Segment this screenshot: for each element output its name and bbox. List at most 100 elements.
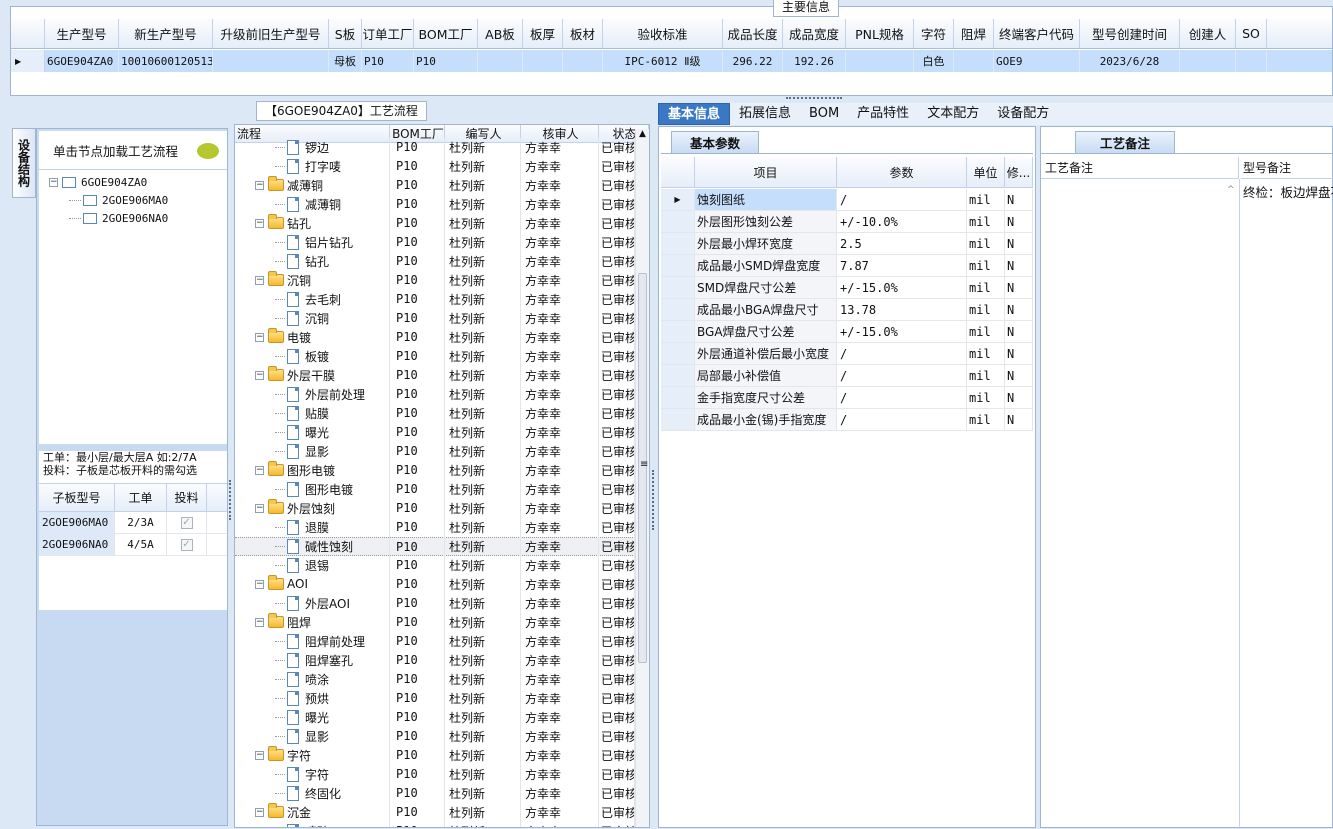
collapse-icon[interactable]: − [49,177,58,187]
col-header[interactable]: 订单工厂 [362,19,414,48]
collapse-icon[interactable]: − [255,503,264,513]
collapse-icon[interactable]: − [255,180,264,190]
params-row[interactable]: ▶ 蚀刻图纸 / mil N [661,189,1033,211]
row-selector[interactable] [661,211,695,232]
flow-step[interactable]: 阻焊前处理 [235,631,390,651]
flow-row[interactable]: − 外层蚀刻 P10 杜列新 方幸幸 已审核 [235,498,635,518]
col-header[interactable]: S板 [329,19,362,48]
flow-row[interactable]: 减薄铜 P10 杜列新 方幸幸 已审核 [235,194,635,214]
flow-row[interactable]: 碱性蚀刻 P10 杜列新 方幸幸 已审核 [235,537,635,556]
flow-row[interactable]: − 字符 P10 杜列新 方幸幸 已审核 [235,745,635,765]
collapse-icon[interactable]: − [255,218,264,228]
params-row[interactable]: 成品最小SMD焊盘宽度 7.87 mil N [661,255,1033,277]
flow-step[interactable]: − 减薄铜 [235,175,390,195]
param-value[interactable]: / [837,387,967,408]
flow-step[interactable]: 板镀 [235,346,390,366]
flow-step[interactable]: − 阻焊 [235,612,390,632]
flow-row[interactable]: 曝光 P10 杜列新 方幸幸 已审核 [235,707,635,727]
flow-row[interactable]: − 外层干膜 P10 杜列新 方幸幸 已审核 [235,365,635,385]
param-value[interactable]: / [837,189,967,210]
param-value[interactable]: / [837,409,967,430]
flow-step[interactable]: 外层前处理 [235,384,390,404]
params-row[interactable]: 外层图形蚀刻公差 +/-10.0% mil N [661,211,1033,233]
collapse-icon[interactable]: − [255,617,264,627]
flow-step[interactable]: − 电镀 [235,327,390,347]
row-selector[interactable] [661,299,695,320]
row-selector[interactable] [661,387,695,408]
params-col-header[interactable]: 项目 [695,157,837,187]
col-header[interactable]: 成品长度 [723,19,783,48]
flow-step[interactable]: − AOI [235,574,390,594]
params-col-header[interactable]: 参数 [837,157,967,187]
tree-node[interactable]: 2GOE906NA0 [69,209,227,227]
col-header[interactable]: 阻焊 [954,19,994,48]
grid-cell[interactable]: 192.26 [783,50,846,72]
param-value[interactable]: +/-10.0% [837,211,967,232]
grid-cell[interactable]: 6GOE904ZA0 [45,50,119,72]
feed-checkbox-cell[interactable]: ✓ [167,512,207,533]
param-value[interactable]: / [837,343,967,364]
grid-cell[interactable] [846,50,914,72]
col-header[interactable]: 创建人 [1180,19,1236,48]
flow-step[interactable]: 沉铜 [235,308,390,328]
param-value[interactable]: 2.5 [837,233,967,254]
col-header[interactable]: 生产型号 [45,19,119,48]
flow-row[interactable]: 退锡 P10 杜列新 方幸幸 已审核 [235,555,635,575]
flow-row[interactable]: 打字唛 P10 杜列新 方幸幸 已审核 [235,156,635,176]
flow-step[interactable]: 显影 [235,726,390,746]
grid-cell[interactable] [563,50,603,72]
row-selector[interactable] [661,409,695,430]
grid-cell[interactable] [523,50,563,72]
flow-row[interactable]: − 电镀 P10 杜列新 方幸幸 已审核 [235,327,635,347]
flow-row[interactable]: 贴膜 P10 杜列新 方幸幸 已审核 [235,403,635,423]
flow-step[interactable]: 喷涂 [235,669,390,689]
flow-step[interactable]: 阻焊塞孔 [235,650,390,670]
row-selector[interactable] [661,277,695,298]
tab-5[interactable]: 设备配方 [988,103,1058,125]
tree-node[interactable]: 2GOE906MA0 [69,191,227,209]
row-selector[interactable] [661,321,695,342]
flow-row[interactable]: 喷砂 P10杜列新方幸幸已审核 [235,821,635,827]
flow-row[interactable]: − 钻孔 P10 杜列新 方幸幸 已审核 [235,213,635,233]
tab-0[interactable]: 基本信息 [658,103,731,125]
param-value[interactable]: +/-15.0% [837,277,967,298]
flow-step[interactable]: − 沉金 [235,802,390,822]
tab-remarks[interactable]: 工艺备注 [1075,131,1175,153]
flow-step[interactable]: 曝光 [235,707,390,727]
grid-cell[interactable]: 10010600120513 [119,50,213,72]
flow-step[interactable]: − 字符 [235,745,390,765]
flow-row[interactable]: 外层前处理 P10 杜列新 方幸幸 已审核 [235,384,635,404]
grid-cell[interactable]: 母板 [329,50,362,72]
sub-col-header[interactable]: 投料 [167,484,207,511]
mid-splitter[interactable] [652,470,656,530]
flow-step[interactable]: 退膜 [235,517,390,537]
col-header[interactable]: AB板 [478,19,523,48]
side-tab-device-structure[interactable]: 设备结构 [12,128,36,198]
flow-row[interactable]: 终固化 P10 杜列新 方幸幸 已审核 [235,783,635,803]
col-header[interactable]: 验收标准 [603,19,723,48]
param-value[interactable]: / [837,365,967,386]
remarks-scroll-up-icon[interactable]: ^ [1227,185,1235,195]
flow-row[interactable]: 阻焊前处理 P10 杜列新 方幸幸 已审核 [235,631,635,651]
tree-node[interactable]: − 6GOE904ZA0 [49,173,227,191]
flow-row[interactable]: 去毛刺 P10 杜列新 方幸幸 已审核 [235,289,635,309]
params-row[interactable]: 局部最小补偿值 / mil N [661,365,1033,387]
col-header[interactable]: 成品宽度 [783,19,846,48]
flow-step[interactable]: 钻孔 [235,251,390,271]
flow-step[interactable]: 显影 [235,441,390,461]
flow-row[interactable]: 沉铜 P10 杜列新 方幸幸 已审核 [235,308,635,328]
tab-basic-params[interactable]: 基本参数 [671,131,759,153]
row-selector[interactable] [661,255,695,276]
flow-step[interactable]: − 外层蚀刻 [235,498,390,518]
params-row[interactable]: 成品最小BGA焊盘尺寸 13.78 mil N [661,299,1033,321]
col-header[interactable]: 终端客户代码 [994,19,1080,48]
flow-row[interactable]: 退膜 P10 杜列新 方幸幸 已审核 [235,517,635,537]
grid-cell[interactable] [478,50,523,72]
params-col-header[interactable]: 修... [1005,157,1033,187]
params-row[interactable]: 外层最小焊环宽度 2.5 mil N [661,233,1033,255]
collapse-icon[interactable]: − [255,465,264,475]
grid-cell[interactable]: 白色 [914,50,954,72]
collapse-icon[interactable]: − [255,275,264,285]
flow-scrollbar[interactable]: ▲ ≡ [635,129,649,827]
grid-cell[interactable]: IPC-6012 Ⅱ级 [603,50,723,72]
